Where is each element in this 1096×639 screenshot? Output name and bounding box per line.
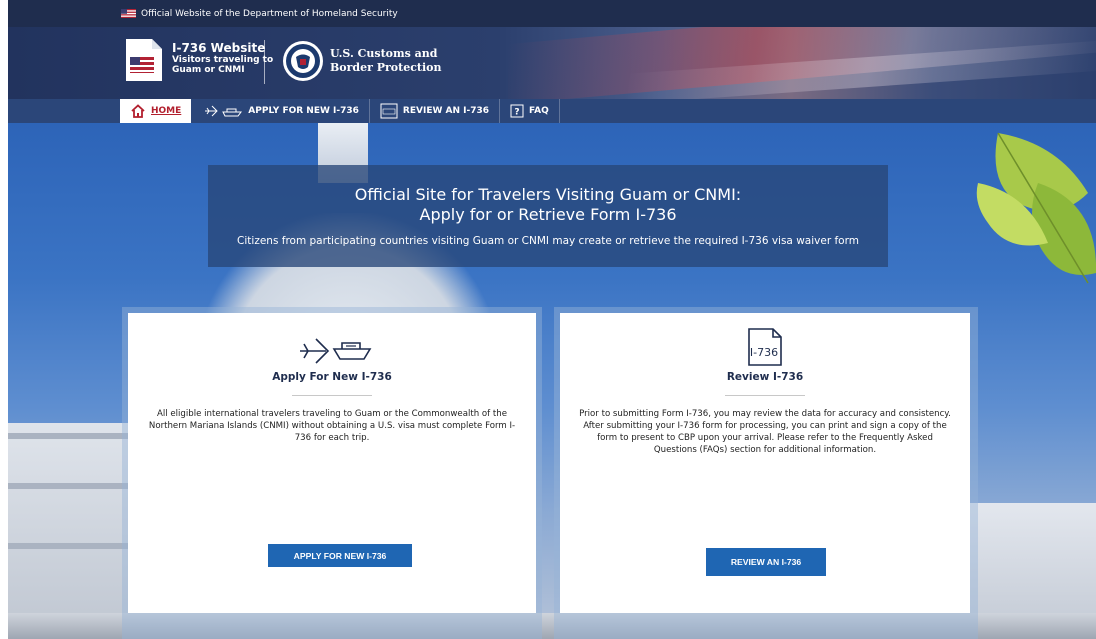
nav-item-review[interactable]: REVIEW AN I-736 [370,99,501,123]
site-subtitle-line-2: Guam or CNMI [172,65,245,75]
apply-card-divider [292,395,372,396]
nav-item-apply-label: APPLY FOR NEW I-736 [248,106,359,116]
site-title-main: I-736 Website [172,41,266,55]
document-icon [380,103,398,119]
leaves-decoration [976,132,1096,284]
agency-name-line-1: U.S. Customs and [330,47,438,60]
nav-item-review-label: REVIEW AN I-736 [402,106,490,116]
document-icon: I-736 [748,328,782,366]
site-subtitle-line-1: Visitors traveling to [172,55,274,65]
apply-card-title: Apply For New I-736 [272,371,392,383]
nav-item-faq-label: FAQ [529,106,549,116]
hero-subtitle: Citizens from participating countries vi… [237,235,859,247]
site-header: I-736 Website Visitors traveling to Guam… [8,27,1096,99]
nav-item-home-label: HOME [151,106,182,116]
us-flag-icon [121,9,136,18]
main-nav: HOME APPLY FOR NEW I-736 REVIEW AN I-736… [8,99,1096,123]
review-card: I-736 Review I-736 Prior to submitting F… [560,313,970,613]
document-icon-label: I-736 [750,346,778,359]
building-left [8,423,138,639]
i736-logo-icon[interactable] [124,37,164,83]
official-banner-text: Official Website of the Department of Ho… [141,8,398,19]
dhs-seal-icon[interactable] [282,40,324,82]
nav-item-home[interactable]: HOME [120,99,192,123]
review-button[interactable]: REVIEW AN I-736 [706,548,826,576]
plane-ship-icon [300,338,372,364]
page: Official Website of the Department of Ho… [8,0,1096,639]
question-icon: ? [510,104,524,118]
apply-card-description: All eligible international travelers tra… [148,409,516,443]
header-divider [264,40,265,84]
official-banner: Official Website of the Department of Ho… [8,0,1096,27]
hero-title-line-2: Apply for or Retrieve Form I-736 [419,205,677,224]
apply-new-button[interactable]: APPLY FOR NEW I-736 [268,544,412,567]
nav-item-apply[interactable]: APPLY FOR NEW I-736 [193,99,370,123]
hero-title-line-1: Official Site for Travelers Visiting Gua… [354,185,742,204]
review-card-divider [725,395,805,396]
apply-card: Apply For New I-736 All eligible interna… [128,313,536,613]
plane-ship-icon [205,105,243,117]
svg-text:?: ? [514,108,519,118]
hero-title-box: Official Site for Travelers Visiting Gua… [208,165,888,267]
agency-name-line-2: Border Protection [330,61,442,74]
home-icon [131,104,145,118]
nav-item-faq[interactable]: ? FAQ [500,99,560,123]
review-card-title: Review I-736 [726,371,804,383]
agency-name[interactable]: U.S. Customs and Border Protection [330,47,442,75]
site-title[interactable]: I-736 Website Visitors traveling to Guam… [172,41,273,75]
review-card-description: Prior to submitting Form I-736, you may … [579,409,951,455]
